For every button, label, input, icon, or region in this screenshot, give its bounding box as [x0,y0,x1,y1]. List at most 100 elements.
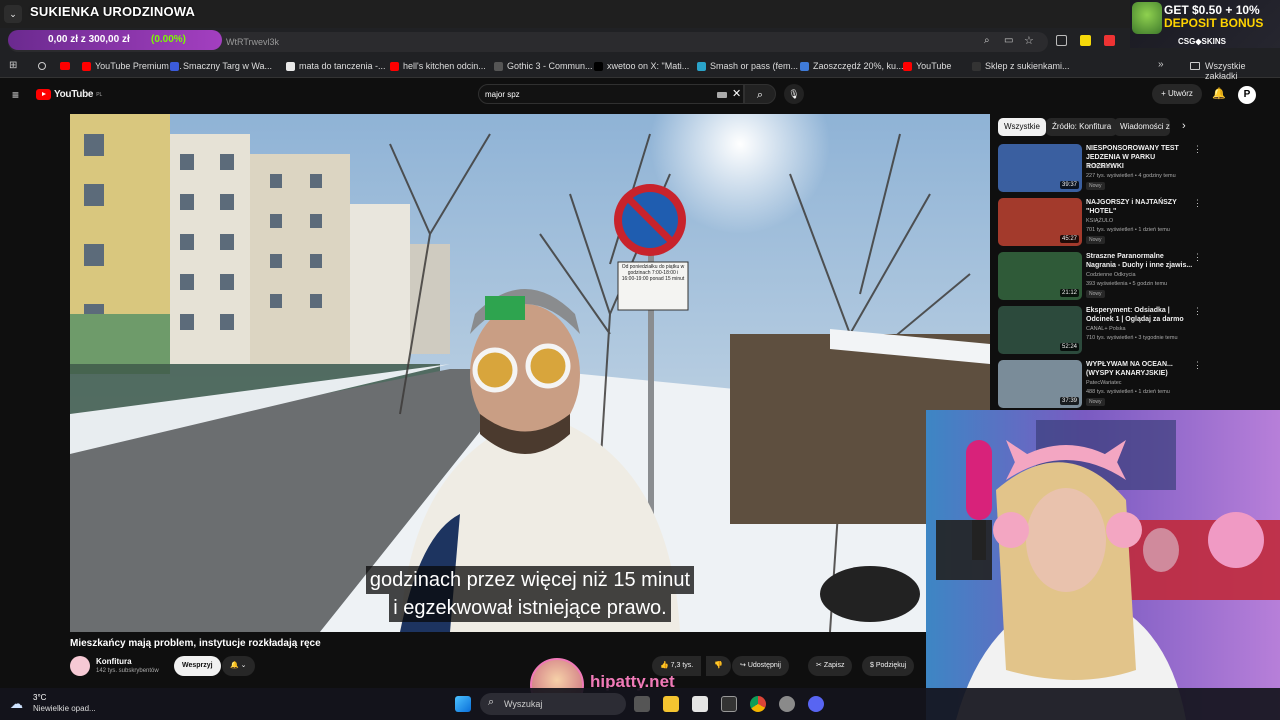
recommendation-thumbnail[interactable]: 45:27 [998,198,1082,246]
channel-avatar[interactable] [70,656,90,676]
extension-icon[interactable] [1056,35,1067,46]
bell-icon: 🔔 [230,662,239,669]
share-button[interactable]: ↪ Udostępnij [732,656,789,676]
more-options-icon[interactable]: ⋮ [1193,144,1202,155]
search-icon: ⌕ [756,89,764,101]
webcam-frame [926,410,1280,720]
settings-gear-icon[interactable] [779,696,795,712]
recommendation-title[interactable]: NAJGORSZY i NAJTAŃSZY "HOTEL" [1086,198,1194,216]
chip-source[interactable]: Źródło: Konfitura [1046,118,1118,136]
apps-grid-icon[interactable]: ⊞ [9,60,17,71]
recommendation-channel[interactable]: CANAL+ Polska [1086,326,1126,332]
recommendation-channel[interactable]: KSIĄŻULO [1086,164,1113,170]
bookmark-item[interactable]: Smaczny Targ w Wa... [170,61,272,71]
recommendation-title[interactable]: WYPŁYWAM NA OCEAN... (WYSPY KANARYJSKIE) [1086,360,1194,378]
chip-news[interactable]: Wiadomości ze [1114,118,1170,136]
file-explorer-icon[interactable] [663,696,679,712]
notification-bell-button[interactable]: 🔔 ⌄ [222,656,255,676]
recommendation-channel[interactable]: PatecWariatec [1086,380,1122,386]
menu-icon[interactable]: ≡ [12,88,19,102]
bookmark-small-icon[interactable] [38,62,46,70]
voice-search-button[interactable]: 🎙 [784,84,804,104]
search-button[interactable]: ⌕ [744,84,776,104]
recommendation-channel[interactable]: KSIĄŻULO [1086,218,1113,224]
keyboard-icon[interactable] [717,92,727,98]
all-bookmarks-link[interactable]: Wszystkie zakładki [1205,61,1280,81]
recommendation-item[interactable]: 45:27 NAJGORSZY i NAJTAŃSZY "HOTEL" KSIĄŻU… [998,198,1274,250]
recommendation-item[interactable]: 37:39 WYPŁYWAM NA OCEAN... (WYSPY KANARYJ… [998,360,1274,412]
weather-cloud-icon: ☁ [10,696,23,711]
recommendation-item[interactable]: 21:12 Straszne Paranormalne Nagrania - Du… [998,252,1274,304]
bookmark-favicon-icon [903,61,912,71]
chevron-right-icon[interactable]: › [1182,120,1186,132]
promo-line-1: GET $0.50 + 10% [1164,3,1260,17]
notifications-bell-icon[interactable]: 🔔 [1212,87,1226,100]
recommendation-title[interactable]: Eksperyment: Odsiadka | Odcinek 1 | Oglą… [1086,306,1194,324]
more-options-icon[interactable]: ⋮ [1193,252,1202,263]
zoom-icon[interactable]: ⌕ [984,35,990,46]
bookmark-item[interactable]: YouTube [903,61,951,71]
support-button[interactable]: Wesprzyj [174,656,221,676]
bookmark-item[interactable]: Zaoszczędź 20%, ku... [800,61,904,71]
url-text: WtRTrwevl3k [226,37,280,47]
new-badge: Nowy [1086,290,1105,298]
bookmark-star-icon[interactable]: ☆ [1024,34,1034,47]
thanks-button[interactable]: $ Podziękuj [862,656,915,676]
tab-search-button[interactable]: ⌄ [4,5,22,23]
bookmarks-overflow-icon[interactable]: » [1158,59,1164,70]
more-options-icon[interactable]: ⋮ [1193,198,1202,209]
subtitle-line-2: i egzekwował istniejące prawo. [389,594,671,622]
weather-widget[interactable]: ☁ 3°C Niewielkie opad... [10,693,120,715]
extension-yellow-icon[interactable] [1080,35,1091,46]
bookmark-item[interactable]: Gothic 3 - Commun... [494,61,593,71]
bookmark-item[interactable]: YouTube Premium -... [82,61,182,71]
clear-search-icon[interactable]: ✕ [732,87,741,100]
recommendation-item[interactable]: 52:24 Eksperyment: Odsiadka | Odcinek 1 |… [998,306,1274,358]
dislike-button[interactable]: 👎 [706,656,731,676]
save-button[interactable]: ✂ Zapisz [808,656,853,676]
recommendation-thumbnail[interactable]: 37:39 [998,360,1082,408]
more-options-icon[interactable]: ⋮ [1193,360,1202,371]
video-player[interactable]: Od poniedziałku do piątku w godzinach 7:… [70,114,990,632]
promo-banner[interactable]: GET $0.50 + 10% DEPOSIT BONUS CSG◆SKINS [1130,0,1280,48]
recommendation-channel[interactable]: Codzienne Odkrycia [1086,272,1136,278]
video-subtitles: godzinach przez więcej niż 15 minut i eg… [340,566,720,622]
recommendation-item[interactable]: 39:37 NIESPONSOROWANY TEST JEDZENIA W PAR… [998,144,1274,196]
youtube-logo[interactable]: YouTube PL [36,89,102,100]
search-input[interactable]: major spz ✕ [478,84,744,104]
chip-all[interactable]: Wszystkie [998,118,1046,136]
cast-icon[interactable]: ▭ [1004,35,1013,46]
recommendation-thumbnail[interactable]: 21:12 [998,252,1082,300]
extension-red-icon[interactable] [1104,35,1115,46]
taskbar-search-box[interactable]: ⌕ Wyszukaj [480,693,626,715]
bookmark-label: mata do tanczenia -... [299,61,386,71]
share-label: Udostępnij [747,662,781,669]
chrome-icon[interactable] [750,696,766,712]
bookmark-label: Gothic 3 - Commun... [507,61,593,71]
bookmark-item[interactable]: hell's kitchen odcin... [390,61,486,71]
bookmark-item[interactable]: Sklep z sukienkami... [972,61,1070,71]
windows-start-icon[interactable] [455,696,471,712]
discord-icon[interactable] [808,696,824,712]
bookmark-label: Smaczny Targ w Wa... [183,61,273,71]
bookmark-item[interactable]: xwetoo on X: "Mati... [594,61,689,71]
new-badge: Nowy [1086,182,1105,190]
bookmark-item[interactable]: Smash or pass (fem... [697,61,798,71]
bookmark-item[interactable]: mata do tanczenia -... [286,61,386,71]
avatar[interactable]: P [1238,86,1256,104]
thanks-icon: $ [870,662,874,669]
save-label: Zapisz [823,662,845,669]
video-duration: 39:37 [1059,181,1079,189]
recommendation-thumbnail[interactable]: 52:24 [998,306,1082,354]
channel-name[interactable]: Konfitura [96,657,132,666]
recommendation-title[interactable]: Straszne Paranormalne Nagrania - Duchy i… [1086,252,1194,270]
bookmark-youtube-icon[interactable] [60,62,70,70]
more-options-icon[interactable]: ⋮ [1193,306,1202,317]
recommendation-thumbnail[interactable]: 39:37 [998,144,1082,192]
search-query: major spz [485,90,520,99]
store-icon[interactable] [692,696,708,712]
channel-subscribers: 142 tys. subskrybentów [96,668,159,674]
task-view-icon[interactable] [634,696,650,712]
create-button[interactable]: + Utwórz [1152,84,1202,104]
app-icon[interactable] [721,696,737,712]
